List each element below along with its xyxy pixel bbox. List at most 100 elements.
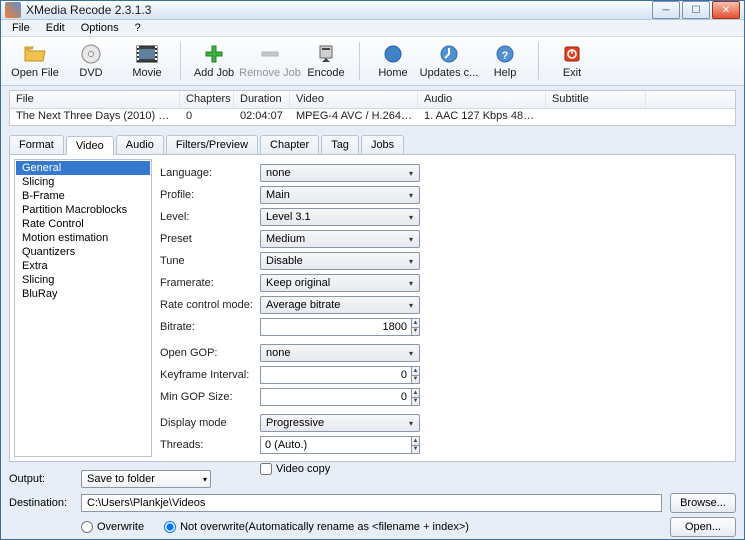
dest-label: Destination: bbox=[9, 497, 81, 509]
col-subtitle[interactable]: Subtitle bbox=[546, 91, 646, 108]
toolbar: Open File DVD Movie Add Job bbox=[1, 37, 744, 86]
remove-job-label: Remove Job bbox=[239, 67, 301, 79]
sidebar-item-extra[interactable]: Extra bbox=[16, 259, 150, 273]
spin-up[interactable]: ▲ bbox=[411, 436, 420, 445]
remove-job-button: Remove Job bbox=[242, 39, 298, 83]
tab-tag[interactable]: Tag bbox=[321, 135, 359, 154]
close-button[interactable]: ✕ bbox=[712, 1, 740, 19]
spin-down[interactable]: ▼ bbox=[411, 375, 420, 385]
dvd-button[interactable]: DVD bbox=[63, 39, 119, 83]
sidebar-item-partition[interactable]: Partition Macroblocks bbox=[16, 203, 150, 217]
threads-input[interactable] bbox=[260, 436, 411, 454]
not-overwrite-input[interactable] bbox=[164, 521, 176, 533]
sidebar-item-bluray[interactable]: BluRay bbox=[16, 287, 150, 301]
level-select[interactable]: Level 3.1 bbox=[260, 208, 420, 226]
col-chapters[interactable]: Chapters bbox=[180, 91, 234, 108]
framerate-select[interactable]: Keep original bbox=[260, 274, 420, 292]
menu-file[interactable]: File bbox=[5, 20, 37, 36]
menu-help[interactable]: ? bbox=[128, 20, 148, 36]
help-button[interactable]: ? Help bbox=[477, 39, 533, 83]
col-audio[interactable]: Audio bbox=[418, 91, 546, 108]
col-video[interactable]: Video bbox=[290, 91, 418, 108]
add-job-label: Add Job bbox=[194, 67, 234, 79]
home-label: Home bbox=[378, 67, 407, 79]
add-job-button[interactable]: Add Job bbox=[186, 39, 242, 83]
spin-down[interactable]: ▼ bbox=[411, 445, 420, 455]
spin-up[interactable]: ▲ bbox=[411, 388, 420, 397]
cell-file: The Next Three Days (2010) MV4 NL ... bbox=[10, 109, 180, 125]
opengop-label: Open GOP: bbox=[160, 347, 260, 359]
kfi-input[interactable] bbox=[260, 366, 411, 384]
col-file[interactable]: File bbox=[10, 91, 180, 108]
threads-spinner[interactable]: ▲▼ bbox=[260, 436, 420, 454]
tab-chapter[interactable]: Chapter bbox=[260, 135, 319, 154]
framerate-label: Framerate: bbox=[160, 277, 260, 289]
sidebar-item-quantizers[interactable]: Quantizers bbox=[16, 245, 150, 259]
open-file-button[interactable]: Open File bbox=[7, 39, 63, 83]
app-window: XMedia Recode 2.3.1.3 ─ ☐ ✕ File Edit Op… bbox=[0, 0, 745, 540]
encode-button[interactable]: Encode bbox=[298, 39, 354, 83]
bitrate-spinner[interactable]: ▲▼ bbox=[260, 318, 420, 336]
col-duration[interactable]: Duration bbox=[234, 91, 290, 108]
mingop-spinner[interactable]: ▲▼ bbox=[260, 388, 420, 406]
updates-label: Updates c... bbox=[420, 67, 479, 79]
tab-video[interactable]: Video bbox=[66, 136, 114, 155]
menu-edit[interactable]: Edit bbox=[39, 20, 72, 36]
home-button[interactable]: Home bbox=[365, 39, 421, 83]
preset-select[interactable]: Medium bbox=[260, 230, 420, 248]
not-overwrite-radio[interactable]: Not overwrite(Automatically rename as <f… bbox=[164, 521, 469, 533]
preset-label: Preset bbox=[160, 233, 260, 245]
threads-label: Threads: bbox=[160, 439, 260, 451]
tune-select[interactable]: Disable bbox=[260, 252, 420, 270]
sidebar-item-ratecontrol[interactable]: Rate Control bbox=[16, 217, 150, 231]
app-icon bbox=[5, 2, 21, 18]
mingop-input[interactable] bbox=[260, 388, 411, 406]
language-label: Language: bbox=[160, 167, 260, 179]
sidebar-item-slicing2[interactable]: Slicing bbox=[16, 273, 150, 287]
kfi-spinner[interactable]: ▲▼ bbox=[260, 366, 420, 384]
sidebar-item-motion[interactable]: Motion estimation bbox=[16, 231, 150, 245]
sidebar-item-slicing[interactable]: Slicing bbox=[16, 175, 150, 189]
overwrite-radio[interactable]: Overwrite bbox=[81, 521, 144, 533]
browse-button[interactable]: Browse... bbox=[670, 493, 736, 513]
destination-input[interactable] bbox=[81, 494, 662, 512]
exit-button[interactable]: Exit bbox=[544, 39, 600, 83]
sidebar-item-bframe[interactable]: B-Frame bbox=[16, 189, 150, 203]
spin-down[interactable]: ▼ bbox=[411, 327, 420, 337]
menu-options[interactable]: Options bbox=[74, 20, 126, 36]
titlebar[interactable]: XMedia Recode 2.3.1.3 ─ ☐ ✕ bbox=[1, 1, 744, 20]
power-icon bbox=[561, 43, 583, 65]
rcm-select[interactable]: Average bitrate bbox=[260, 296, 420, 314]
updates-button[interactable]: Updates c... bbox=[421, 39, 477, 83]
tab-filters[interactable]: Filters/Preview bbox=[166, 135, 258, 154]
file-list[interactable]: File Chapters Duration Video Audio Subti… bbox=[9, 90, 736, 126]
cell-duration: 02:04:07 bbox=[234, 109, 290, 125]
language-select[interactable]: none bbox=[260, 164, 420, 182]
video-sidebar[interactable]: General Slicing B-Frame Partition Macrob… bbox=[14, 159, 152, 457]
opengop-select[interactable]: none bbox=[260, 344, 420, 362]
maximize-button[interactable]: ☐ bbox=[682, 1, 710, 19]
tab-audio[interactable]: Audio bbox=[116, 135, 164, 154]
movie-button[interactable]: Movie bbox=[119, 39, 175, 83]
overwrite-input[interactable] bbox=[81, 521, 93, 533]
movie-label: Movie bbox=[132, 67, 161, 79]
display-select[interactable]: Progressive bbox=[260, 414, 420, 432]
output-select[interactable]: Save to folder bbox=[81, 470, 211, 488]
spin-down[interactable]: ▼ bbox=[411, 397, 420, 407]
open-button[interactable]: Open... bbox=[670, 517, 736, 537]
minimize-button[interactable]: ─ bbox=[652, 1, 680, 19]
output-section: Output: Save to folder Destination: Brow… bbox=[9, 468, 736, 540]
tab-format[interactable]: Format bbox=[9, 135, 64, 154]
sidebar-item-general[interactable]: General bbox=[16, 161, 150, 175]
spin-up[interactable]: ▲ bbox=[411, 318, 420, 327]
rcm-label: Rate control mode: bbox=[160, 299, 260, 311]
svg-text:?: ? bbox=[502, 50, 509, 62]
video-properties: Language:none Profile:Main Level:Level 3… bbox=[158, 159, 731, 457]
tab-jobs[interactable]: Jobs bbox=[361, 135, 404, 154]
bitrate-input[interactable] bbox=[260, 318, 411, 336]
tab-content: General Slicing B-Frame Partition Macrob… bbox=[9, 154, 736, 462]
profile-label: Profile: bbox=[160, 189, 260, 201]
table-row[interactable]: The Next Three Days (2010) MV4 NL ... 0 … bbox=[10, 109, 735, 125]
spin-up[interactable]: ▲ bbox=[411, 366, 420, 375]
profile-select[interactable]: Main bbox=[260, 186, 420, 204]
